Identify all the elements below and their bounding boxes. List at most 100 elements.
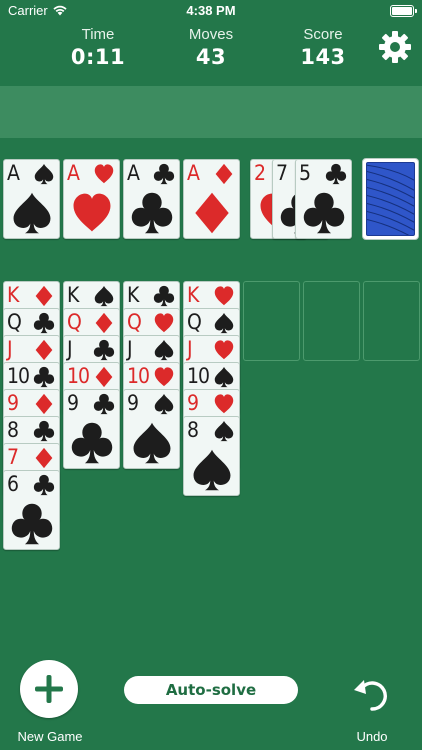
club-icon — [33, 312, 55, 334]
heart-icon — [94, 164, 114, 184]
plus-icon — [35, 675, 63, 703]
club-icon — [153, 285, 175, 307]
card-rank: 10 — [127, 364, 150, 388]
club-icon — [93, 393, 115, 415]
new-game-label: New Game — [17, 729, 83, 744]
moves-value: 43 — [195, 45, 227, 69]
club-icon — [131, 192, 172, 234]
diamond-icon — [215, 163, 233, 185]
spade-icon — [214, 366, 234, 388]
card-rank: Q — [187, 310, 202, 334]
foundation-card[interactable]: A — [183, 159, 240, 239]
spade-icon — [133, 422, 170, 464]
time-stat: Time 0:11 — [38, 26, 158, 69]
diamond-icon — [194, 192, 229, 234]
spade-icon — [94, 285, 114, 307]
card-rank: 5 — [299, 161, 311, 185]
card-rank: K — [187, 283, 199, 307]
spade-icon — [13, 192, 50, 234]
club-icon — [33, 420, 55, 442]
empty-tableau-slot[interactable] — [303, 281, 360, 361]
card-rank: 8 — [187, 418, 199, 442]
card-rank: K — [127, 283, 139, 307]
card-rank: 8 — [7, 418, 19, 442]
heart-icon — [154, 367, 174, 387]
card-rank: 9 — [7, 391, 19, 415]
empty-tableau-slot[interactable] — [363, 281, 420, 361]
card-rank: A — [7, 161, 20, 185]
tableau-card[interactable]: 9 — [63, 389, 120, 469]
card-rank: J — [127, 337, 132, 361]
score-label: Score — [303, 26, 343, 43]
waste-card[interactable]: 5 — [295, 159, 352, 239]
diamond-icon — [95, 312, 113, 334]
moves-stat: Moves 43 — [151, 26, 271, 69]
club-icon — [33, 366, 55, 388]
card-rank: 2 — [254, 161, 266, 185]
card-rank: 7 — [7, 445, 19, 469]
undo-icon[interactable] — [352, 676, 392, 712]
diamond-icon — [95, 366, 113, 388]
card-rank: J — [7, 337, 12, 361]
time-value: 0:11 — [70, 45, 126, 69]
card-rank: K — [7, 283, 19, 307]
card-rank: 9 — [67, 391, 79, 415]
club-icon — [325, 163, 347, 185]
heart-icon — [73, 193, 110, 232]
ad-banner — [0, 86, 422, 138]
spade-icon — [154, 393, 174, 415]
card-rank: J — [187, 337, 192, 361]
spade-icon — [193, 449, 230, 491]
battery-icon — [390, 5, 417, 17]
card-rank: 7 — [276, 161, 288, 185]
new-game-button[interactable] — [20, 660, 78, 718]
club-icon — [33, 474, 55, 496]
club-icon — [303, 192, 344, 234]
club-icon — [71, 422, 112, 464]
heart-icon — [214, 286, 234, 306]
moves-label: Moves — [188, 26, 234, 43]
tableau-card[interactable]: 6 — [3, 470, 60, 550]
stock-pile[interactable] — [362, 158, 419, 240]
club-icon — [93, 339, 115, 361]
status-time: 4:38 PM — [186, 3, 236, 18]
score-stat: Score 143 — [263, 26, 383, 69]
status-bar: Carrier 4:38 PM — [0, 0, 422, 22]
card-rank: 9 — [127, 391, 139, 415]
undo-label: Undo — [356, 729, 388, 744]
card-rank: Q — [7, 310, 22, 334]
card-rank: A — [127, 161, 140, 185]
card-rank: 9 — [187, 391, 199, 415]
foundation-card[interactable]: A — [123, 159, 180, 239]
spade-icon — [154, 339, 174, 361]
diamond-icon — [35, 393, 53, 415]
gear-icon[interactable] — [378, 30, 412, 64]
time-label: Time — [81, 26, 115, 43]
card-rank: 10 — [7, 364, 30, 388]
card-rank: 10 — [187, 364, 210, 388]
foundation-card[interactable]: A — [63, 159, 120, 239]
tableau-card[interactable]: 9 — [123, 389, 180, 469]
card-rank: Q — [67, 310, 82, 334]
heart-icon — [214, 394, 234, 414]
diamond-icon — [35, 447, 53, 469]
tableau-card[interactable]: 8 — [183, 416, 240, 496]
card-rank: J — [67, 337, 72, 361]
diamond-icon — [35, 339, 53, 361]
spade-icon — [214, 312, 234, 334]
card-rank: K — [67, 283, 79, 307]
club-icon — [11, 503, 52, 545]
heart-icon — [154, 313, 174, 333]
diamond-icon — [35, 285, 53, 307]
empty-tableau-slot[interactable] — [243, 281, 300, 361]
card-rank: A — [187, 161, 200, 185]
foundation-card[interactable]: A — [3, 159, 60, 239]
spade-icon — [34, 163, 54, 185]
card-rank: 10 — [67, 364, 90, 388]
auto-solve-button[interactable]: Auto-solve — [124, 676, 298, 704]
card-back-icon — [366, 162, 415, 236]
card-rank: A — [67, 161, 80, 185]
card-rank: Q — [127, 310, 142, 334]
card-rank: 6 — [7, 472, 19, 496]
club-icon — [153, 163, 175, 185]
